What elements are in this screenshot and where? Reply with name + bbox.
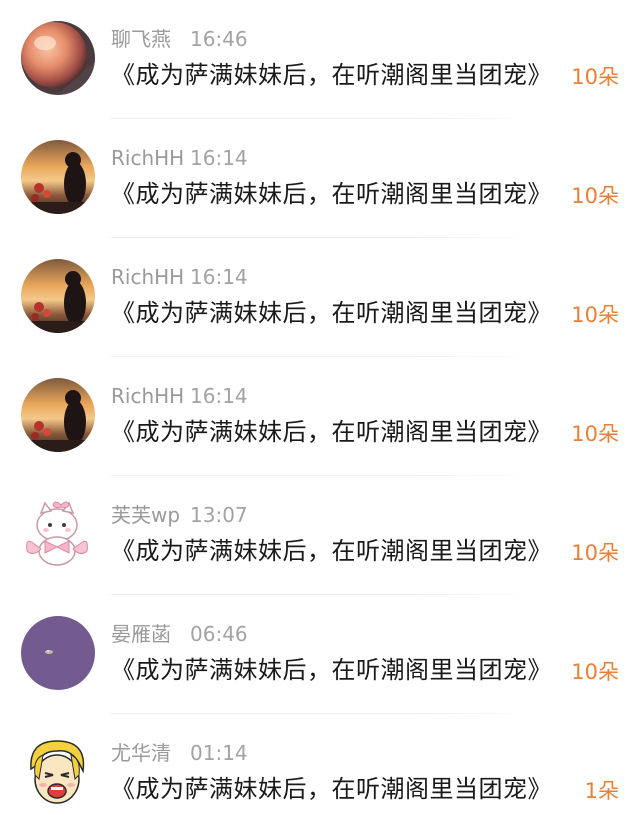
flower-count: 1朵 (584, 779, 619, 803)
timestamp: 16:14 (190, 265, 248, 289)
book-title-message: 《成为萨满妹妹后，在听潮阁里当团宠》 (111, 299, 552, 327)
timestamp: 16:14 (190, 384, 248, 408)
book-title-message: 《成为萨满妹妹后，在听潮阁里当团宠》 (111, 537, 552, 565)
list-item[interactable]: RichHH 16:14 《成为萨满妹妹后，在听潮阁里当团宠》 10朵 (0, 238, 640, 357)
flower-count: 10朵 (571, 541, 619, 565)
book-title-message: 《成为萨满妹妹后，在听潮阁里当团宠》 (111, 418, 552, 446)
book-title-message: 《成为萨满妹妹后，在听潮阁里当团宠》 (111, 775, 552, 803)
timestamp: 13:07 (190, 503, 248, 527)
flower-count: 10朵 (571, 660, 619, 684)
user-avatar[interactable] (21, 735, 95, 809)
timestamp: 16:46 (190, 27, 248, 51)
username[interactable]: 晏雁菡 (111, 620, 171, 648)
username[interactable]: 尤华清 (111, 739, 171, 767)
list-item[interactable]: 晏雁菡 06:46 《成为萨满妹妹后，在听潮阁里当团宠》 10朵 (0, 595, 640, 714)
user-avatar[interactable] (21, 259, 95, 333)
user-avatar[interactable] (21, 21, 95, 95)
username[interactable]: RichHH (111, 382, 184, 410)
timestamp: 06:46 (190, 622, 248, 646)
flower-count: 10朵 (571, 303, 619, 327)
username[interactable]: RichHH (111, 144, 184, 172)
book-title-message: 《成为萨满妹妹后，在听潮阁里当团宠》 (111, 656, 552, 684)
user-avatar[interactable] (21, 140, 95, 214)
timestamp: 01:14 (190, 741, 248, 765)
list-item[interactable]: RichHH 16:14 《成为萨满妹妹后，在听潮阁里当团宠》 10朵 (0, 119, 640, 238)
list-item[interactable]: 聊飞燕 16:46 《成为萨满妹妹后，在听潮阁里当团宠》 10朵 (0, 0, 640, 119)
list-item[interactable]: 芙芙wp 13:07 《成为萨满妹妹后，在听潮阁里当团宠》 10朵 (0, 476, 640, 595)
user-avatar[interactable] (21, 378, 95, 452)
gift-record-list: 聊飞燕 16:46 《成为萨满妹妹后，在听潮阁里当团宠》 10朵 RichHH … (0, 0, 640, 832)
flower-count: 10朵 (571, 422, 619, 446)
list-item[interactable]: RichHH 16:14 《成为萨满妹妹后，在听潮阁里当团宠》 10朵 (0, 357, 640, 476)
user-avatar[interactable] (21, 497, 95, 571)
flower-count: 10朵 (571, 65, 619, 89)
username[interactable]: 聊飞燕 (111, 25, 171, 53)
book-title-message: 《成为萨满妹妹后，在听潮阁里当团宠》 (111, 180, 552, 208)
flower-count: 10朵 (571, 184, 619, 208)
username[interactable]: RichHH (111, 263, 184, 291)
username[interactable]: 芙芙wp (111, 501, 180, 529)
book-title-message: 《成为萨满妹妹后，在听潮阁里当团宠》 (111, 61, 552, 89)
list-item[interactable]: 尤华清 01:14 《成为萨满妹妹后，在听潮阁里当团宠》 1朵 (0, 714, 640, 833)
timestamp: 16:14 (190, 146, 248, 170)
user-avatar[interactable] (21, 616, 95, 690)
